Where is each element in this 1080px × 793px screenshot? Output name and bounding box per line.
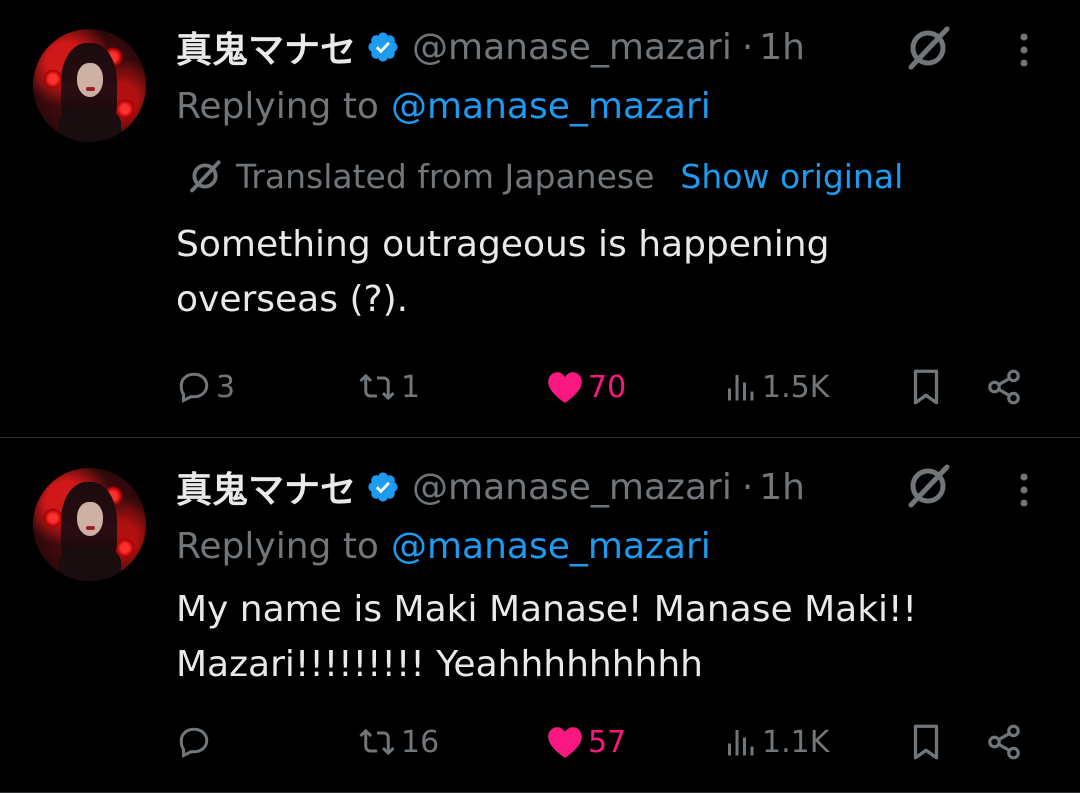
reply-button[interactable] xyxy=(176,717,216,767)
views-button[interactable]: 1.5K xyxy=(722,362,829,412)
reply-icon xyxy=(179,727,209,758)
like-count: 70 xyxy=(588,369,627,405)
repost-icon xyxy=(359,729,395,755)
verified-badge-icon xyxy=(368,32,398,62)
replying-to: Replying to @manase_mazari xyxy=(176,523,711,569)
tweet-header: 真鬼マナセ @manase_mazari · 1h xyxy=(176,462,805,512)
separator: · xyxy=(741,26,754,68)
tweet-text: Something outrageous is happening overse… xyxy=(176,217,1036,327)
username[interactable]: @manase_mazari xyxy=(412,467,732,508)
share-icon xyxy=(988,369,1020,405)
reply-button[interactable]: 3 xyxy=(176,362,235,412)
verified-badge-icon xyxy=(368,472,398,502)
avatar[interactable] xyxy=(33,29,146,142)
share-icon xyxy=(988,724,1020,760)
replying-label: Replying to xyxy=(176,525,379,567)
reply-icon xyxy=(179,372,209,403)
repost-count: 1 xyxy=(401,369,421,405)
tweet-text: My name is Maki Manase! Manase Maki!! Ma… xyxy=(176,582,1036,692)
grok-button[interactable] xyxy=(900,20,956,76)
more-options-button[interactable] xyxy=(1004,22,1044,78)
heart-icon xyxy=(548,372,582,403)
views-icon xyxy=(728,375,754,401)
bookmark-icon xyxy=(913,369,939,405)
reply-count: 3 xyxy=(216,369,236,405)
repost-button[interactable]: 1 xyxy=(357,362,420,412)
action-bar: 3 1 70 1.5K xyxy=(0,362,1080,412)
tweet[interactable]: 真鬼マナセ @manase_mazari · 1h Replying to @m… xyxy=(0,0,1080,438)
translation-notice: Translated from Japanese Show original xyxy=(186,154,903,198)
replying-label: Replying to xyxy=(176,85,379,127)
like-button[interactable]: 70 xyxy=(546,362,626,412)
username[interactable]: @manase_mazari xyxy=(412,27,732,68)
tweet-header: 真鬼マナセ @manase_mazari · 1h xyxy=(176,22,805,72)
grok-icon xyxy=(908,464,950,508)
tweet-text-line: Mazari!!!!!!!!! Yeahhhhhhhhh xyxy=(176,644,703,685)
more-icon xyxy=(1020,473,1028,507)
like-button[interactable]: 57 xyxy=(546,717,626,767)
bookmark-icon xyxy=(913,724,939,760)
like-count: 57 xyxy=(588,724,627,760)
separator: · xyxy=(741,466,754,508)
repost-button[interactable]: 16 xyxy=(357,717,439,767)
more-options-button[interactable] xyxy=(1004,462,1044,518)
views-icon xyxy=(728,730,754,756)
bookmark-button[interactable] xyxy=(908,362,944,412)
share-button[interactable] xyxy=(985,362,1023,412)
heart-icon xyxy=(548,727,582,758)
display-name[interactable]: 真鬼マナセ xyxy=(176,21,356,73)
tweet[interactable]: 真鬼マナセ @manase_mazari · 1h Replying to @m… xyxy=(0,438,1080,793)
translate-icon xyxy=(190,160,221,193)
tweet-text-line: overseas (?). xyxy=(176,279,409,320)
repost-count: 16 xyxy=(401,724,440,760)
replying-to: Replying to @manase_mazari xyxy=(176,83,711,129)
grok-icon xyxy=(908,26,950,70)
grok-button[interactable] xyxy=(900,458,956,514)
tweet-text-line: My name is Maki Manase! Manase Maki!! xyxy=(176,589,917,630)
views-button[interactable]: 1.1K xyxy=(722,717,829,767)
action-bar: 16 57 1.1K xyxy=(0,717,1080,767)
share-button[interactable] xyxy=(985,717,1023,767)
display-name[interactable]: 真鬼マナセ xyxy=(176,461,356,513)
tweet-text-line: Something outrageous is happening xyxy=(176,224,830,265)
view-count: 1.1K xyxy=(762,724,830,760)
replying-handle-link[interactable]: @manase_mazari xyxy=(391,86,711,127)
replying-handle-link[interactable]: @manase_mazari xyxy=(391,526,711,567)
bookmark-button[interactable] xyxy=(908,717,944,767)
translated-label: Translated from Japanese xyxy=(236,156,655,196)
show-original-link[interactable]: Show original xyxy=(680,157,903,196)
view-count: 1.5K xyxy=(762,369,830,405)
repost-icon xyxy=(359,374,395,400)
timestamp[interactable]: 1h xyxy=(759,467,805,508)
more-icon xyxy=(1020,33,1028,67)
timestamp[interactable]: 1h xyxy=(759,27,805,68)
avatar[interactable] xyxy=(33,468,146,581)
